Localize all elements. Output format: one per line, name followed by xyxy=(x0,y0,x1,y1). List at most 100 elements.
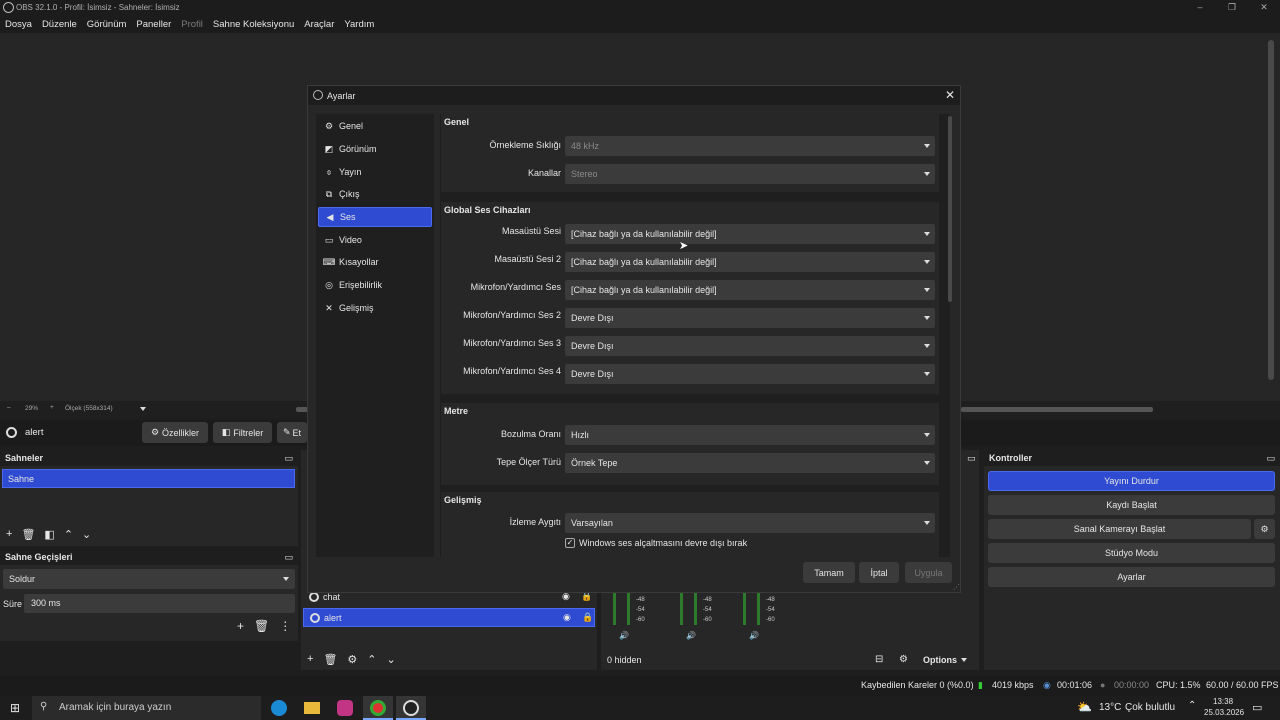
layout-icon[interactable]: ⊟ xyxy=(875,654,883,665)
virtual-camera-settings-button[interactable]: ⚙ xyxy=(1254,519,1275,539)
sidebar-item-stream[interactable]: ⌽ Yayın xyxy=(318,162,432,182)
dock-menu-icon[interactable]: ▭ xyxy=(284,552,293,562)
windows-start-icon[interactable]: ⊞ xyxy=(10,701,20,715)
trash-icon[interactable]: 🗑 xyxy=(323,653,337,666)
source-item-alert[interactable]: alert ◉ 🔒 xyxy=(303,608,595,627)
menu-profile[interactable]: Profil xyxy=(181,19,203,30)
sidebar-item-advanced[interactable]: ✕ Gelişmiş xyxy=(318,298,432,318)
sidebar-item-output[interactable]: ⧉ Çıkış xyxy=(318,184,432,204)
sidebar-item-accessibility[interactable]: ◎ Erişebilirlik xyxy=(318,275,432,295)
mic-audio-select[interactable]: [Cihaz bağlı ya da kullanılabilir değil] xyxy=(565,280,935,300)
group-title: Genel xyxy=(444,117,470,127)
sidebar-item-general[interactable]: ⚙ Genel xyxy=(318,116,432,136)
chrome-taskbar-item[interactable] xyxy=(363,696,393,720)
mic-audio-4-select[interactable]: Devre Dışı xyxy=(565,364,935,384)
mic-audio-3-select[interactable]: Devre Dışı xyxy=(565,336,935,356)
monitor-device-select[interactable]: Varsayılan xyxy=(565,513,935,533)
window-titlebar: OBS 32.1.0 - Profil: İsimsiz - Sahneler:… xyxy=(0,0,1280,16)
gear-icon[interactable]: ⚙ xyxy=(347,653,357,666)
notification-icon[interactable]: ▭ xyxy=(1252,701,1262,714)
dock-menu-icon[interactable]: ▭ xyxy=(1266,453,1275,463)
sidebar-item-video[interactable]: ▭ Video xyxy=(318,230,432,250)
speaker-icon[interactable]: 🔊 xyxy=(749,631,759,640)
arrow-down-icon[interactable]: ⌄ xyxy=(82,528,91,541)
desktop-audio-2-select[interactable]: [Cihaz bağlı ya da kullanılabilir değil] xyxy=(565,252,935,272)
transition-toolbar: + 🗑 ⋮ xyxy=(237,619,291,633)
apply-button[interactable]: Uygula xyxy=(905,562,952,583)
decay-select[interactable]: Hızlı xyxy=(565,425,935,445)
resize-grip-icon[interactable]: ⋰ xyxy=(953,583,960,591)
arrow-up-icon[interactable]: ⌃ xyxy=(367,653,376,666)
advanced-audio-icon[interactable]: ⚙ xyxy=(899,654,908,665)
peak-meter-select[interactable]: Örnek Tepe xyxy=(565,453,935,473)
instagram-icon[interactable] xyxy=(337,700,353,716)
chevron-down-icon[interactable] xyxy=(140,407,146,411)
properties-button[interactable]: ⚙ Özellikler xyxy=(142,422,208,443)
sidebar-item-hotkeys[interactable]: ⌨ Kısayollar xyxy=(318,252,432,272)
minimize-button[interactable]: – xyxy=(1184,0,1216,16)
trash-icon[interactable]: 🗑 xyxy=(254,619,269,633)
menu-file[interactable]: Dosya xyxy=(5,19,32,30)
hscroll-right[interactable] xyxy=(961,407,1153,412)
filter-icon[interactable]: ◧ xyxy=(44,528,54,541)
mouse-cursor-icon: ➤ xyxy=(679,240,689,252)
arrow-up-icon[interactable]: ⌃ xyxy=(64,528,73,541)
virtual-camera-button[interactable]: Sanal Kamerayı Başlat xyxy=(988,519,1251,539)
chevron-up-icon[interactable]: ⌃ xyxy=(1188,700,1196,711)
menu-edit[interactable]: Düzenle xyxy=(42,19,77,30)
settings-button[interactable]: Ayarlar xyxy=(988,567,1275,587)
edge-icon[interactable] xyxy=(271,700,287,716)
add-icon[interactable]: + xyxy=(237,619,244,633)
studio-mode-button[interactable]: Stüdyo Modu xyxy=(988,543,1275,563)
zoom-in-button[interactable]: + xyxy=(50,404,54,411)
ducking-checkbox[interactable]: ✓ Windows ses alçaltmasını devre dışı bı… xyxy=(565,538,747,548)
menu-scene-collection[interactable]: Sahne Koleksiyonu xyxy=(213,19,294,30)
zoom-out-button[interactable]: – xyxy=(7,404,11,411)
clock-time[interactable]: 13:38 xyxy=(1213,697,1233,706)
ok-button[interactable]: Tamam xyxy=(803,562,855,583)
scene-item[interactable]: Sahne xyxy=(2,469,295,488)
trash-icon[interactable]: 🗑 xyxy=(21,528,35,541)
close-window-button[interactable]: ✕ xyxy=(1248,0,1280,16)
menu-docks[interactable]: Paneller xyxy=(136,19,171,30)
filters-button[interactable]: ◧ Filtreler xyxy=(213,422,272,443)
options-button[interactable]: Options xyxy=(919,651,973,668)
eye-icon[interactable]: ◉ xyxy=(563,612,571,623)
more-icon[interactable]: ⋮ xyxy=(279,619,291,633)
menu-view[interactable]: Görünüm xyxy=(87,19,127,30)
transition-select[interactable]: Soldur xyxy=(3,569,295,589)
desktop-audio-2-label: Masaüstü Sesi 2 xyxy=(494,254,561,264)
speaker-icon[interactable]: 🔊 xyxy=(619,631,629,640)
menu-tools[interactable]: Araçlar xyxy=(304,19,334,30)
lock-icon[interactable]: 🔒 xyxy=(582,612,593,623)
speaker-icon[interactable]: 🔊 xyxy=(686,631,696,640)
cancel-button[interactable]: İptal xyxy=(859,562,899,583)
file-explorer-icon[interactable] xyxy=(304,702,320,714)
maximize-button[interactable]: ❐ xyxy=(1216,0,1248,16)
desktop-audio-select[interactable]: [Cihaz bağlı ya da kullanılabilir değil] xyxy=(565,224,935,244)
start-record-button[interactable]: Kaydı Başlat xyxy=(988,495,1275,515)
arrow-down-icon[interactable]: ⌄ xyxy=(387,653,396,666)
dock-menu-icon[interactable]: ▭ xyxy=(967,453,976,464)
duration-input[interactable]: 300 ms xyxy=(24,594,295,613)
clock-date[interactable]: 25.03.2026 xyxy=(1204,708,1244,717)
settings-scrollbar[interactable] xyxy=(948,116,952,302)
sample-rate-select[interactable]: 48 kHz xyxy=(565,136,935,156)
obs-taskbar-item[interactable] xyxy=(396,696,426,720)
preview-scrollbar[interactable] xyxy=(1268,40,1274,380)
add-icon[interactable]: + xyxy=(307,653,313,666)
close-icon[interactable]: ✕ xyxy=(945,88,955,102)
weather-temp[interactable]: 13°C xyxy=(1099,702,1121,713)
add-icon[interactable]: + xyxy=(6,528,12,541)
menu-help[interactable]: Yardım xyxy=(344,19,374,30)
stop-stream-button[interactable]: Yayını Durdur xyxy=(988,471,1275,491)
weather-desc[interactable]: Çok bulutlu xyxy=(1125,702,1175,713)
dock-menu-icon[interactable]: ▭ xyxy=(284,453,293,463)
taskbar-search[interactable]: ⚲ Aramak için buraya yazın xyxy=(32,696,261,720)
mic-audio-2-select[interactable]: Devre Dışı xyxy=(565,308,935,328)
sidebar-item-audio[interactable]: ◀ Ses xyxy=(318,207,432,227)
effects-button[interactable]: ✎ Et xyxy=(277,422,307,443)
chevron-down-icon xyxy=(924,344,930,348)
channels-select[interactable]: Stereo xyxy=(565,164,935,184)
sidebar-item-appearance[interactable]: ◩ Görünüm xyxy=(318,139,432,159)
